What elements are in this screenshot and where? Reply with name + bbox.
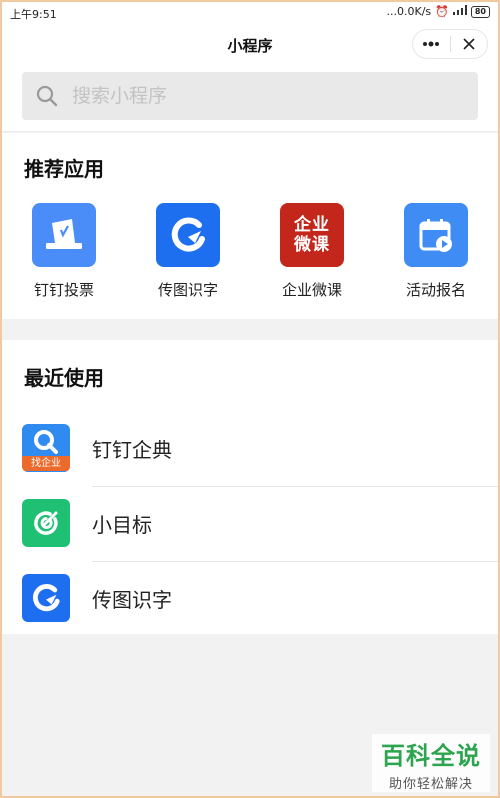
recent-item-target[interactable]: 小目标	[0, 487, 500, 562]
app-label: 活动报名	[405, 281, 466, 299]
title-bar: 小程序	[0, 26, 500, 64]
capsule-menu	[412, 29, 488, 59]
enterprise-badge: 找企业	[22, 455, 70, 471]
status-time: 上午9:51	[10, 8, 57, 21]
search-area	[0, 64, 500, 132]
enterprise-search-icon: 找企业	[22, 424, 70, 472]
app-label: 钉钉投票	[33, 281, 94, 299]
watermark: 百科全说 助你轻松解决	[372, 734, 490, 792]
recent-section: 最近使用 找企业 钉钉企典 小目标 传图识字	[0, 340, 500, 634]
search-icon	[36, 85, 58, 107]
image-text-icon	[22, 574, 70, 622]
recommend-section: 推荐应用 钉钉投票 传图识字 企业 微课 企业微课 活动报名	[0, 133, 500, 319]
watermark-sub: 助你轻松解决	[388, 777, 473, 792]
calendar-icon	[404, 203, 468, 267]
recent-item-label: 钉钉企典	[92, 438, 172, 462]
battery-icon: 80	[470, 5, 490, 18]
search-input[interactable]	[72, 85, 452, 107]
app-image-text[interactable]: 传图识字	[138, 203, 238, 300]
app-label: 传图识字	[157, 281, 218, 299]
image-text-icon	[156, 203, 220, 267]
status-bar: 上午9:51 ...0.0K/s ⏰ 80	[0, 0, 500, 26]
vote-icon	[32, 203, 96, 267]
status-indicators: ...0.0K/s ⏰ 80	[387, 5, 490, 18]
close-button[interactable]	[451, 30, 488, 58]
recommend-app-grid: 钉钉投票 传图识字 企业 微课 企业微课 活动报名	[0, 203, 500, 303]
signal-icon	[452, 5, 467, 18]
app-vote[interactable]: 钉钉投票	[14, 203, 114, 300]
recent-item-enterprise[interactable]: 找企业 钉钉企典	[0, 412, 500, 487]
search-box[interactable]	[22, 72, 478, 120]
recommend-title: 推荐应用	[24, 157, 104, 181]
watermark-main: 百科全说	[381, 742, 481, 770]
close-icon	[463, 38, 475, 50]
target-icon	[22, 499, 70, 547]
more-dots-icon	[423, 41, 440, 47]
app-label: 企业微课	[281, 281, 342, 299]
recent-item-image-text[interactable]: 传图识字	[0, 562, 500, 637]
network-speed: ...0.0K/s	[386, 5, 432, 18]
alarm-icon: ⏰	[435, 5, 449, 18]
micro-course-icon: 企业 微课	[280, 203, 344, 267]
more-button[interactable]	[413, 30, 450, 58]
app-micro-course[interactable]: 企业 微课 企业微课	[262, 203, 362, 300]
app-event-signup[interactable]: 活动报名	[386, 203, 486, 300]
recent-item-label: 传图识字	[92, 588, 172, 612]
micro-course-icon-text: 企业 微课	[294, 215, 330, 255]
recent-title: 最近使用	[24, 366, 104, 390]
recent-item-label: 小目标	[92, 513, 152, 537]
